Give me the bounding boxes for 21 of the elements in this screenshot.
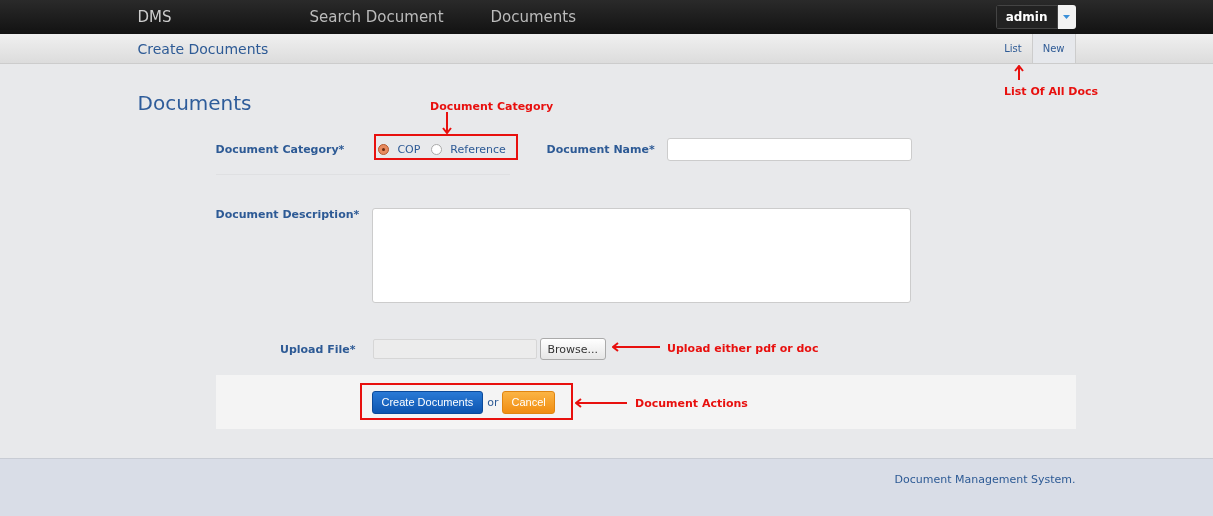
or-text: or — [487, 395, 499, 409]
brand-name[interactable]: DMS — [137, 8, 310, 26]
field-label: Upload File* — [278, 342, 356, 356]
create-button[interactable]: Create Documents — [371, 390, 484, 414]
tab[interactable]: New — [1031, 34, 1076, 63]
annotation-label: Document Actions — [635, 397, 748, 410]
section-heading: Documents — [137, 91, 252, 115]
nav-link[interactable]: Search Document — [309, 8, 444, 26]
footer-text: Document Management System. — [894, 473, 1076, 486]
user-button[interactable]: admin — [995, 5, 1058, 29]
annotation-label: Upload either pdf or doc — [667, 342, 819, 355]
nav-link[interactable]: Documents — [490, 8, 577, 26]
field-label: Document Category* — [215, 142, 345, 156]
radio-label[interactable]: Reference — [450, 142, 506, 156]
radio-label[interactable]: COP — [397, 142, 421, 156]
tab[interactable]: List — [994, 34, 1032, 63]
page-title: Create Documents — [137, 40, 270, 57]
annotation-label: List Of All Docs — [1004, 85, 1099, 98]
browse-button[interactable]: Browse... — [539, 338, 607, 360]
field-label: Document Name* — [546, 142, 655, 156]
annotation-label: Document Category — [430, 100, 554, 113]
